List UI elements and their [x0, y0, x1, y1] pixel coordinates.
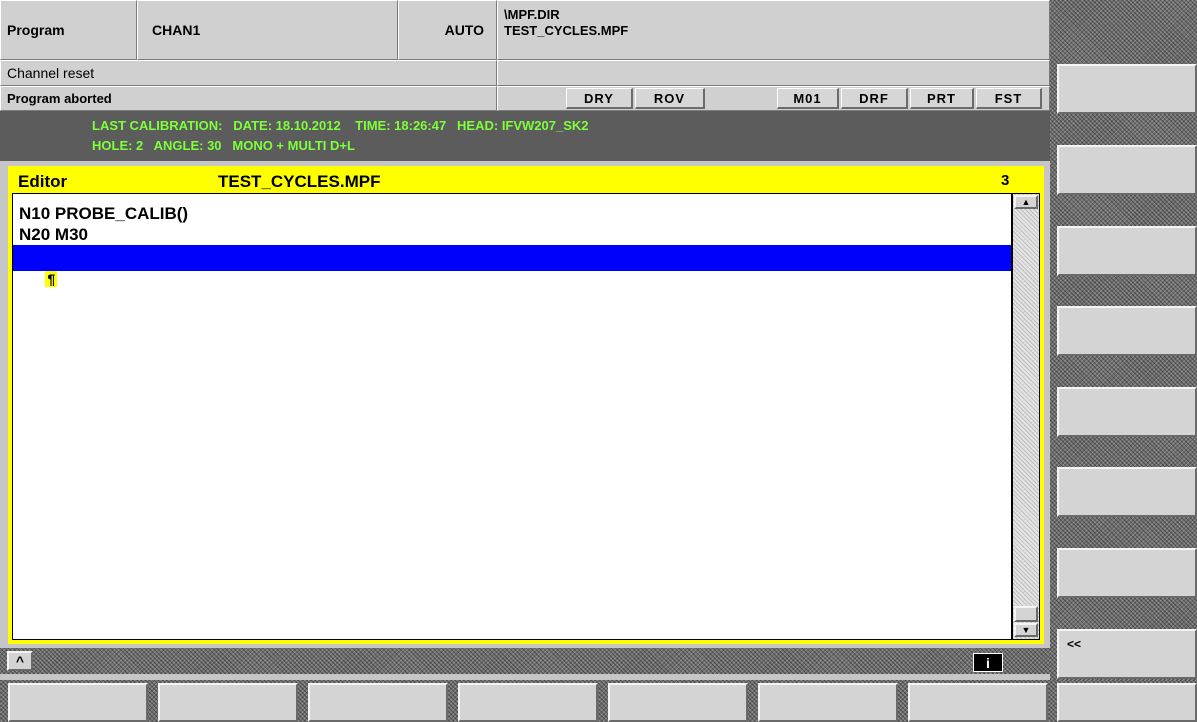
vertical-softkey-5[interactable] — [1057, 387, 1197, 437]
alarm-line — [497, 60, 1050, 86]
vertical-softkey-7[interactable] — [1057, 548, 1197, 598]
editor-window: Editor TEST_CYCLES.MPF 3 N10 PROBE_CALIB… — [8, 166, 1044, 644]
vertical-softkey-4[interactable] — [1057, 306, 1197, 356]
flag-prt: PRT — [910, 88, 974, 109]
program-path: \MPF.DIR TEST_CYCLES.MPF — [497, 0, 1050, 60]
editor-line-count: 3 — [1001, 172, 1010, 189]
editor-text-area[interactable]: N10 PROBE_CALIB() N20 M30 ¶ — [12, 193, 1012, 640]
horizontal-softkey-4[interactable] — [458, 683, 598, 722]
info-icon: i — [986, 655, 990, 671]
horizontal-softkey-2[interactable] — [158, 683, 298, 722]
editor-title: Editor — [18, 172, 68, 191]
horizontal-softkey-5[interactable] — [608, 683, 748, 722]
vertical-softkey-back[interactable]: << — [1057, 629, 1197, 679]
message-area: LAST CALIBRATION: DATE: 18.10.2012 TIME:… — [0, 111, 1050, 161]
editor-scrollbar[interactable]: ▲ ▼ — [1012, 193, 1040, 640]
program-line-1[interactable]: N10 PROBE_CALIB() — [13, 203, 1011, 224]
program-path-file: TEST_CYCLES.MPF — [504, 23, 629, 38]
scroll-thumb[interactable] — [1014, 606, 1038, 622]
message-line-1: LAST CALIBRATION: DATE: 18.10.2012 TIME:… — [92, 118, 589, 133]
scroll-down-button[interactable]: ▼ — [1014, 623, 1038, 637]
recall-caret-icon: ^ — [15, 653, 25, 669]
flag-drf: DRF — [841, 88, 908, 109]
editor-filename: TEST_CYCLES.MPF — [218, 172, 381, 191]
program-state: Program aborted — [0, 86, 497, 111]
info-button[interactable]: i — [973, 653, 1003, 672]
back-label: << — [1067, 637, 1082, 651]
vertical-softkey-1[interactable] — [1057, 64, 1197, 114]
channel-state: Channel reset — [0, 60, 497, 86]
editor-titlebar: Editor TEST_CYCLES.MPF 3 — [12, 169, 1040, 193]
area-label: Program — [0, 0, 137, 60]
scroll-up-button[interactable]: ▲ — [1014, 195, 1038, 209]
status-bar — [0, 648, 1050, 674]
vertical-softkey-6[interactable] — [1057, 467, 1197, 517]
cursor-paragraph-mark: ¶ — [45, 271, 58, 287]
flag-rov: ROV — [635, 88, 705, 109]
recall-button[interactable]: ^ — [7, 651, 33, 671]
horizontal-softkey-1[interactable] — [8, 683, 148, 722]
vertical-softkey-3[interactable] — [1057, 226, 1197, 276]
horizontal-softkey-8[interactable] — [1057, 683, 1197, 722]
flag-dry: DRY — [566, 88, 633, 109]
mode-label: AUTO — [398, 0, 497, 60]
scroll-down-arrow-icon: ▼ — [1021, 625, 1031, 635]
flag-m01: M01 — [777, 88, 839, 109]
program-line-3-cursor[interactable]: ¶ — [13, 245, 1011, 287]
horizontal-softkey-3[interactable] — [308, 683, 448, 722]
horizontal-softkey-6[interactable] — [758, 683, 898, 722]
program-line-2[interactable]: N20 M30 — [13, 224, 1011, 245]
program-path-dir: \MPF.DIR — [504, 7, 560, 22]
vertical-softkey-2[interactable] — [1057, 145, 1197, 195]
horizontal-softkey-7[interactable] — [908, 683, 1048, 722]
message-line-2: HOLE: 2 ANGLE: 30 MONO + MULTI D+L — [92, 138, 355, 153]
flag-fst: FST — [976, 88, 1042, 109]
scroll-up-arrow-icon: ▲ — [1021, 197, 1031, 207]
channel-label: CHAN1 — [137, 0, 398, 60]
